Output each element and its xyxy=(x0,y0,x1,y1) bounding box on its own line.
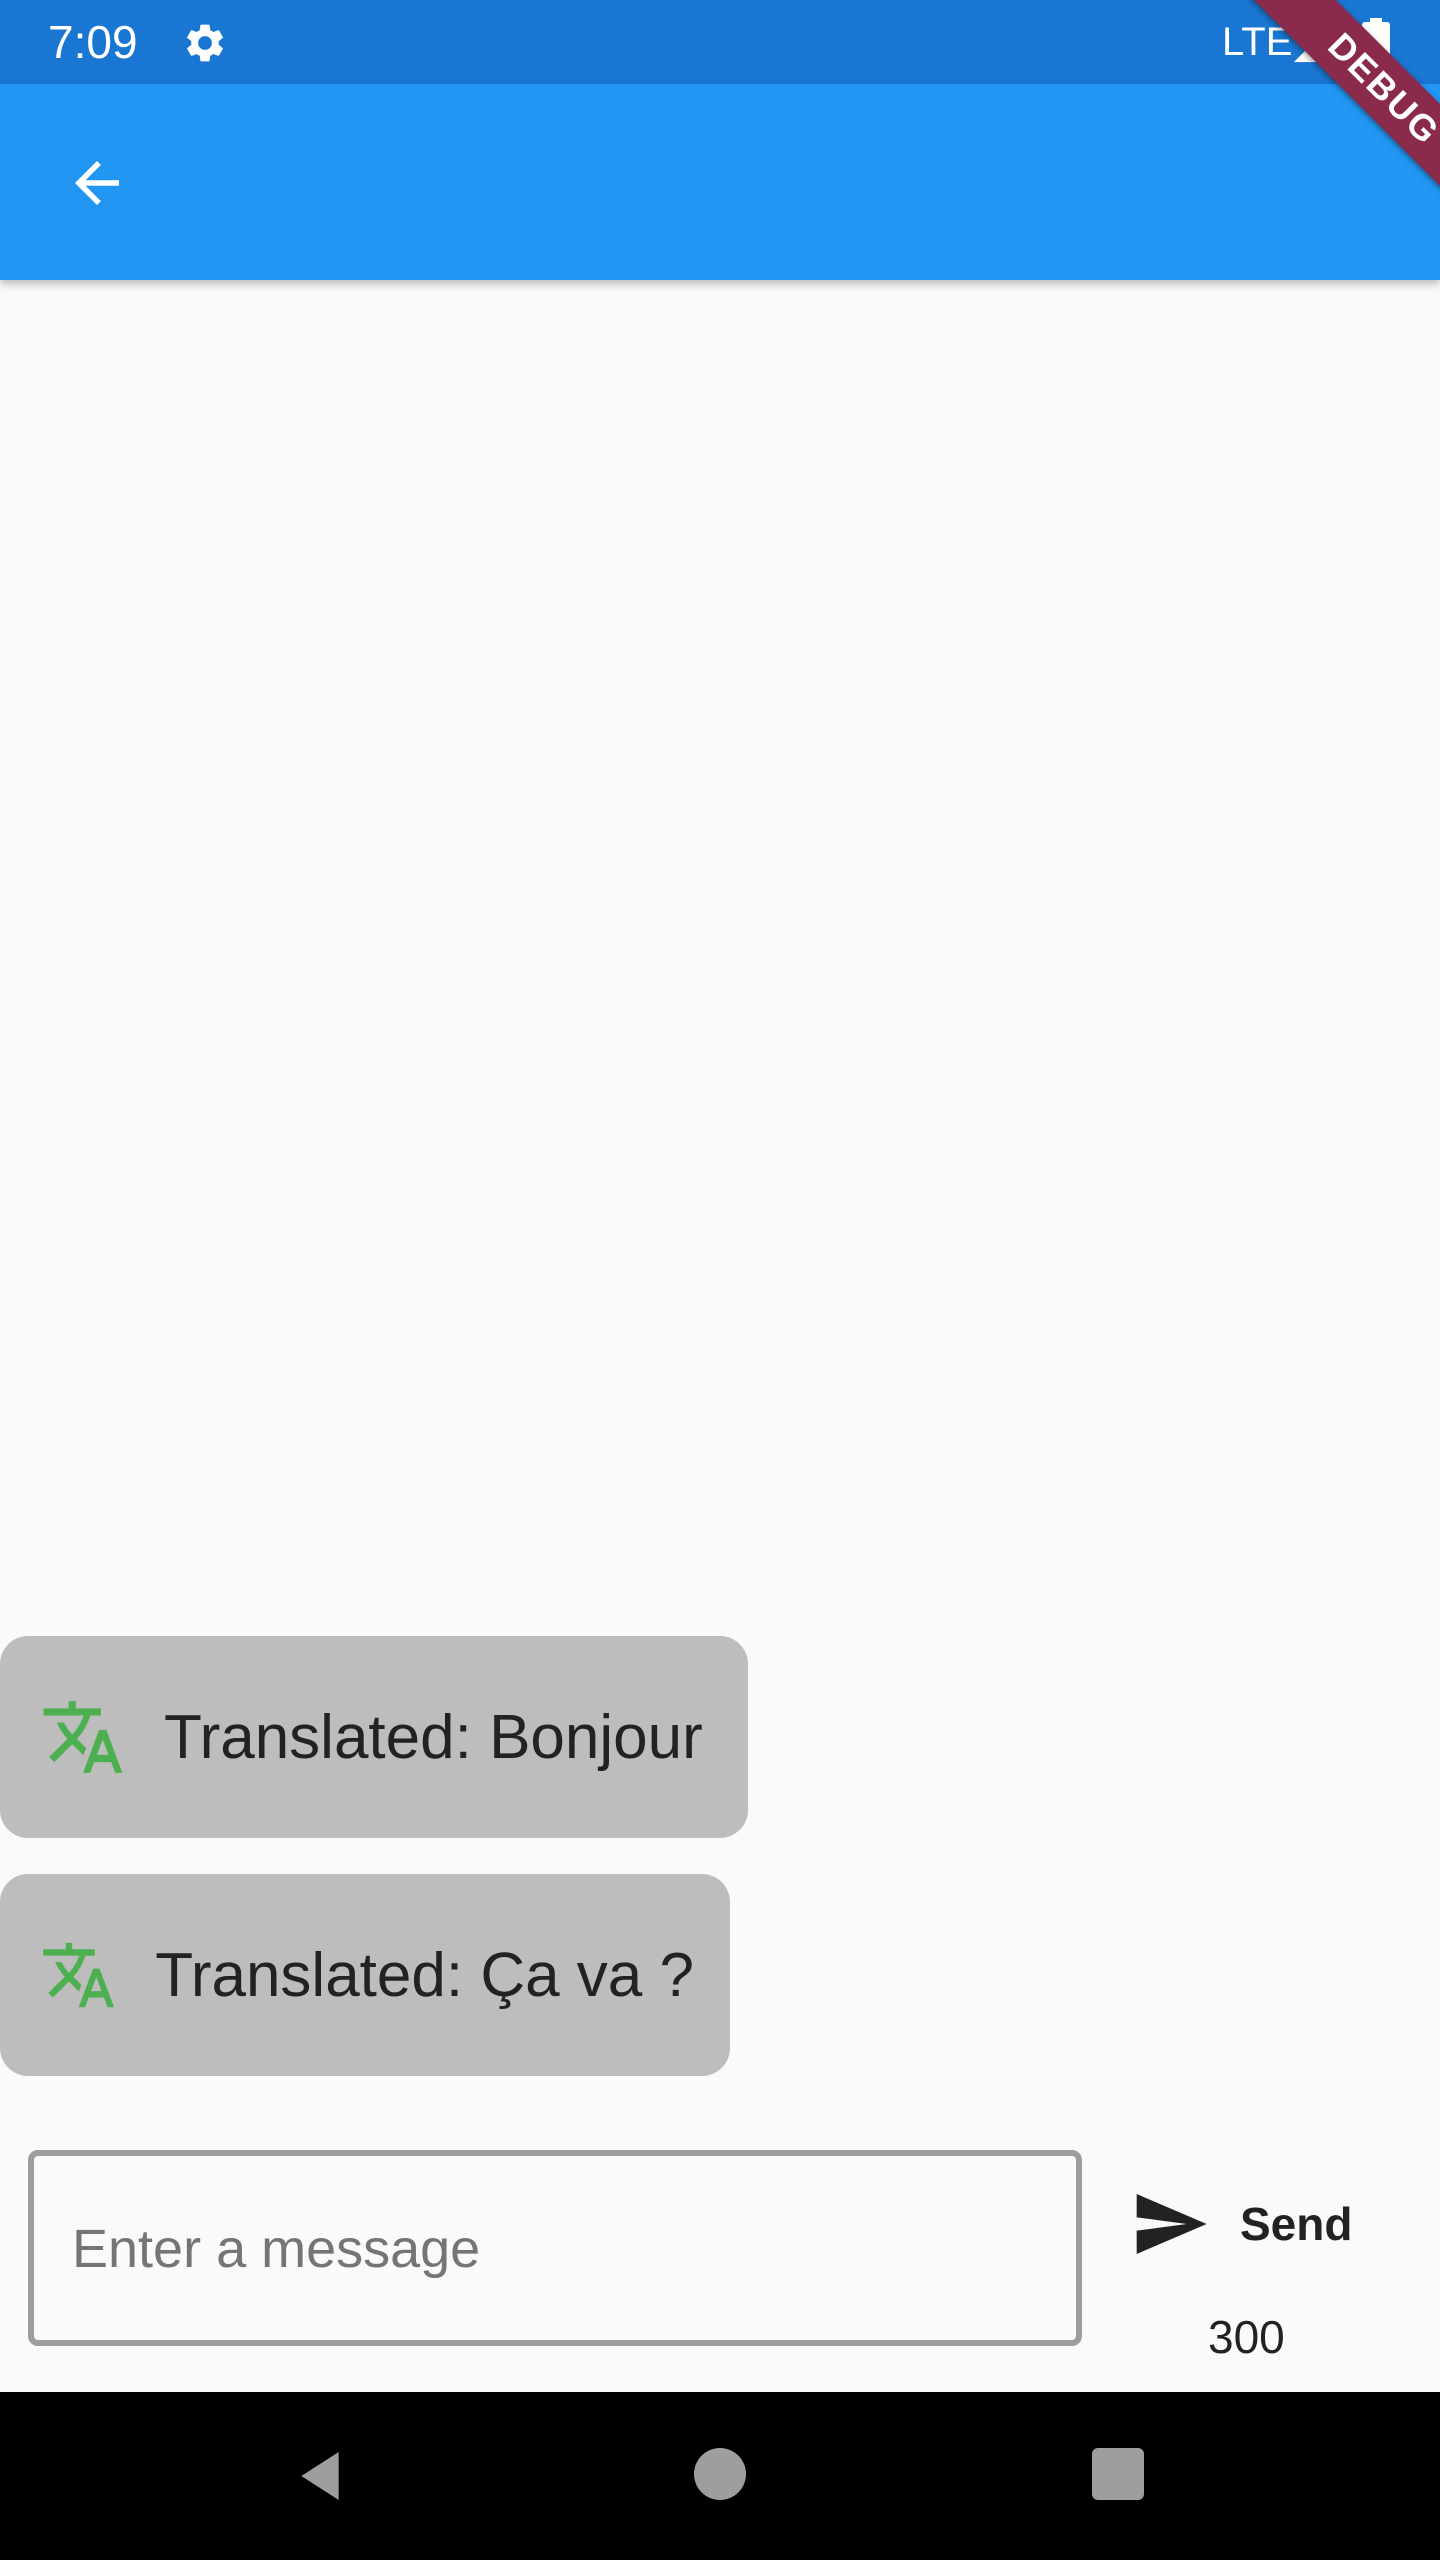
char-count: 300 xyxy=(1208,2311,1285,2363)
status-time: 7:09 xyxy=(48,16,138,68)
message-input[interactable] xyxy=(70,2156,1054,2342)
back-button[interactable] xyxy=(54,140,140,226)
nav-recents-icon[interactable] xyxy=(1092,2448,1144,2500)
message-bubble: Translated: Bonjour xyxy=(0,1636,748,1838)
nav-back-icon[interactable] xyxy=(288,2444,352,2508)
message-input-container[interactable] xyxy=(28,2150,1082,2346)
translate-icon xyxy=(43,1942,115,2008)
battery-icon xyxy=(1362,18,1390,66)
app-bar xyxy=(0,84,1440,280)
settings-icon xyxy=(187,24,223,62)
message-text: Translated: Bonjour xyxy=(164,1702,703,1772)
status-bar: 7:09 LTE xyxy=(0,0,1440,84)
send-button[interactable]: Send xyxy=(1130,2176,1380,2272)
network-type-label: LTE xyxy=(1222,20,1293,64)
nav-home-icon[interactable] xyxy=(694,2448,746,2500)
arrow-back-icon xyxy=(75,161,119,205)
signal-icon xyxy=(1293,23,1333,63)
translate-icon xyxy=(43,1701,123,1773)
send-icon xyxy=(1136,2194,1207,2254)
send-button-label: Send xyxy=(1240,2198,1353,2250)
message-bubble: Translated: Ça va ? xyxy=(0,1874,730,2076)
message-text: Translated: Ça va ? xyxy=(155,1940,694,2010)
